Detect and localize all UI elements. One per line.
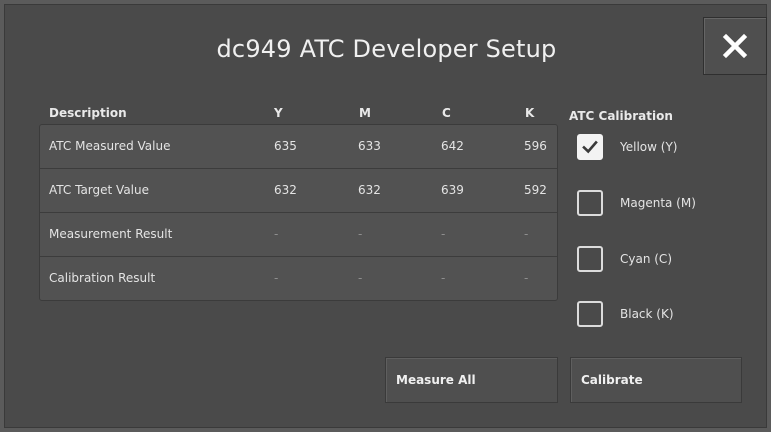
calibration-option-magenta[interactable]: Magenta (M) (577, 190, 747, 224)
calibrate-button[interactable]: Calibrate (570, 357, 742, 403)
value-k: 596 (524, 139, 547, 153)
header-description: Description (49, 106, 127, 120)
value-m: 633 (358, 139, 381, 153)
dialog-title: dc949 ATC Developer Setup (216, 35, 557, 63)
calibration-option-yellow[interactable]: Yellow (Y) (577, 134, 747, 168)
header-m: M (359, 106, 371, 120)
value-y: 635 (274, 139, 297, 153)
table-row: ATC Target Value 632 632 639 592 (40, 169, 557, 213)
table-row: Calibration Result - - - - (40, 257, 557, 301)
value-c: 642 (441, 139, 464, 153)
calibrate-label: Calibrate (581, 373, 643, 387)
value-c: - (441, 271, 446, 285)
close-button[interactable] (703, 17, 767, 75)
value-y: - (274, 227, 279, 241)
checkbox-label: Yellow (Y) (620, 140, 678, 154)
value-k: - (524, 227, 529, 241)
table-row: Measurement Result - - - - (40, 213, 557, 257)
row-label: ATC Target Value (49, 183, 149, 197)
value-y: - (274, 271, 279, 285)
atc-calibration-title: ATC Calibration (569, 109, 673, 123)
calibration-option-black[interactable]: Black (K) (577, 301, 747, 335)
checkbox-label: Cyan (C) (620, 252, 672, 266)
value-c: - (441, 227, 446, 241)
close-icon (722, 33, 748, 59)
atc-values-table: ATC Measured Value 635 633 642 596 ATC T… (39, 124, 558, 301)
value-y: 632 (274, 183, 297, 197)
measure-all-button[interactable]: Measure All (385, 357, 558, 403)
table-row: ATC Measured Value 635 633 642 596 (40, 125, 557, 169)
value-k: - (524, 271, 529, 285)
header-c: C (442, 106, 451, 120)
value-c: 639 (441, 183, 464, 197)
value-m: - (358, 227, 363, 241)
row-label: ATC Measured Value (49, 139, 171, 153)
atc-developer-setup-dialog: dc949 ATC Developer Setup Description Y … (4, 4, 767, 428)
row-label: Measurement Result (49, 227, 173, 241)
checkbox-label: Magenta (M) (620, 196, 696, 210)
row-label: Calibration Result (49, 271, 156, 285)
checkbox-yellow[interactable] (577, 134, 603, 160)
value-k: 592 (524, 183, 547, 197)
calibration-option-cyan[interactable]: Cyan (C) (577, 246, 747, 280)
value-m: 632 (358, 183, 381, 197)
checkbox-cyan[interactable] (577, 246, 603, 272)
measure-all-label: Measure All (396, 373, 476, 387)
checkbox-black[interactable] (577, 301, 603, 327)
value-m: - (358, 271, 363, 285)
checkbox-magenta[interactable] (577, 190, 603, 216)
header-y: Y (274, 106, 283, 120)
checkbox-label: Black (K) (620, 307, 674, 321)
checkmark-icon (582, 140, 598, 154)
screen-frame: dc949 ATC Developer Setup Description Y … (0, 0, 771, 432)
header-k: K (525, 106, 535, 120)
